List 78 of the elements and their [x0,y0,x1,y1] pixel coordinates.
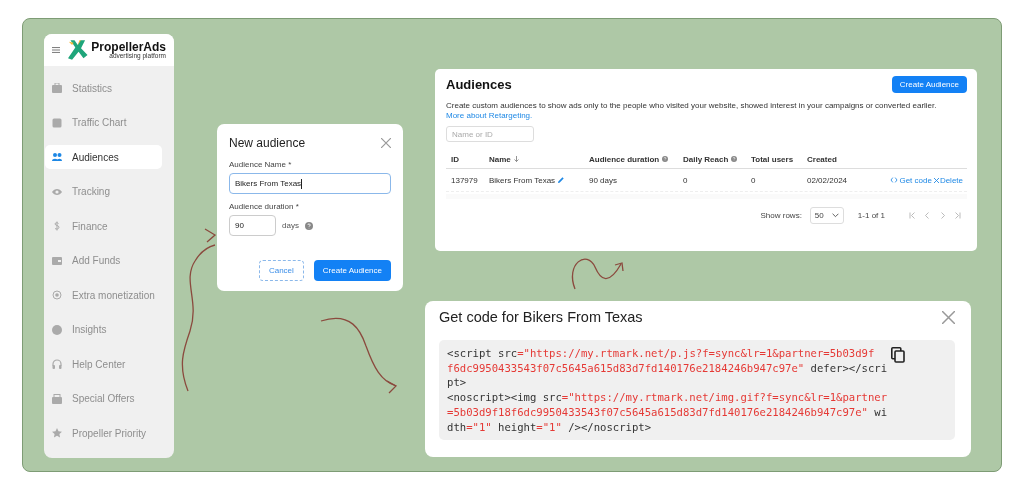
cancel-button[interactable]: Cancel [258,260,304,281]
close-icon[interactable] [942,310,955,324]
sidebar-item[interactable]: Traffic Chart [45,110,162,135]
menu-item-icon [52,117,62,128]
table-cell: 02/02/2024 [807,175,848,185]
column-header[interactable]: Name [489,154,519,164]
logo-name: PropellerAds [91,40,166,53]
menu-item-icon [52,290,62,300]
menu-item-icon [52,221,62,231]
column-header[interactable]: Audience duration [589,154,669,164]
create-audience-button[interactable]: Create Audience [891,76,967,93]
menu-icon[interactable] [52,46,61,54]
help-icon[interactable] [731,156,738,162]
code-line: dth="1" height="1" /></noscript> [447,419,653,435]
chevron-down-icon [831,213,839,218]
code-line: <noscript><img src="https://my.rtmark.net/img.gif?f=sync&lr=1&partner [447,390,888,405]
table-cell: 137979 [451,175,478,185]
sidebar-item[interactable]: Extra monetization [45,283,162,307]
delete-link[interactable]: Delete [933,175,963,185]
sidebar-item[interactable]: Insights [45,317,162,342]
sidebar-item[interactable]: Finance [45,214,162,238]
menu-item-icon [52,393,62,404]
sidebar-item[interactable]: Special Offers [45,386,162,411]
field-label: Audience Name * [229,160,293,169]
audience-name-field[interactable]: Bikers From Texas [229,173,391,194]
curved-arrow [571,258,624,290]
column-header[interactable]: Total users [751,154,794,164]
column-header[interactable]: Daily Reach [683,154,738,164]
next-page-icon[interactable] [939,212,946,219]
menu-item-icon [52,186,62,197]
menu-item-icon [52,152,62,162]
rows-per-page-dropdown[interactable]: 50 [809,207,844,224]
description-text: Create custom audiences to show ads only to the people who visited your website, showed interest in your campaigns or converted earlier. More about Retargeting. [446,101,938,121]
table-cell: 90 days [589,175,618,185]
menu-item-icon [52,83,62,93]
show-rows-label: Show rows: [760,211,802,220]
last-page-icon[interactable] [954,212,961,219]
retargeting-link[interactable]: More about Retargeting. [446,111,533,120]
propeller-logo-icon [68,38,90,62]
table-cell: Bikers From Texas [489,175,556,185]
sort-arrow-icon[interactable] [513,156,519,162]
code-line: =5b03d9f18f6dc9950433543f07c5645a615d83d7fd140176e2184246b947c97e" wi [447,404,888,420]
duration-unit: days [282,221,299,230]
page-title: Audiences [446,77,512,92]
help-icon[interactable] [662,156,669,162]
search-field[interactable]: Name or ID [446,126,534,142]
first-page-icon[interactable] [909,212,916,219]
code-line: pt> [447,375,468,391]
close-icon[interactable] [381,138,391,148]
table-cell: 0 [751,175,756,185]
page-range: 1-1 of 1 [857,211,885,220]
sidebar-item[interactable]: Statistics [45,76,162,100]
code-line: <script src="https://my.rtmark.net/p.js?f=sync&lr=1&partner=5b03d9f [447,346,876,361]
table-cell: 0 [683,175,688,185]
edit-icon[interactable] [558,177,565,183]
sidebar-item[interactable]: Add Funds [45,248,162,273]
menu-item-icon [52,359,62,369]
code-line: f6dc9950433543f07c5645a615d83d7fd140176e2184246b947c97e" defer></scri [447,360,888,376]
dialog-title: Get code for Bikers From Texas [439,309,643,325]
column-header[interactable]: Created [807,154,837,164]
menu-item-icon [52,255,62,266]
copy-icon[interactable] [891,347,906,363]
code-icon [890,177,899,183]
dialog-title: New audience [229,136,306,150]
close-icon [933,177,939,183]
sidebar-item[interactable]: Propeller Priority [45,421,162,445]
duration-field[interactable]: 90 [229,215,276,236]
get-code-link[interactable]: Get code [890,175,932,185]
previous-page-icon[interactable] [924,212,931,219]
sidebar-item[interactable]: Tracking [45,179,162,204]
column-header[interactable]: ID [451,154,459,164]
menu-item-icon [52,428,62,438]
menu-item-icon [52,324,62,335]
sidebar-item[interactable]: Audiences [45,145,162,169]
create-audience-button[interactable]: Create Audience [313,260,391,281]
sidebar-item[interactable]: Help Center [45,352,162,376]
help-icon[interactable] [304,221,313,230]
field-label: Audience duration * [229,202,300,211]
